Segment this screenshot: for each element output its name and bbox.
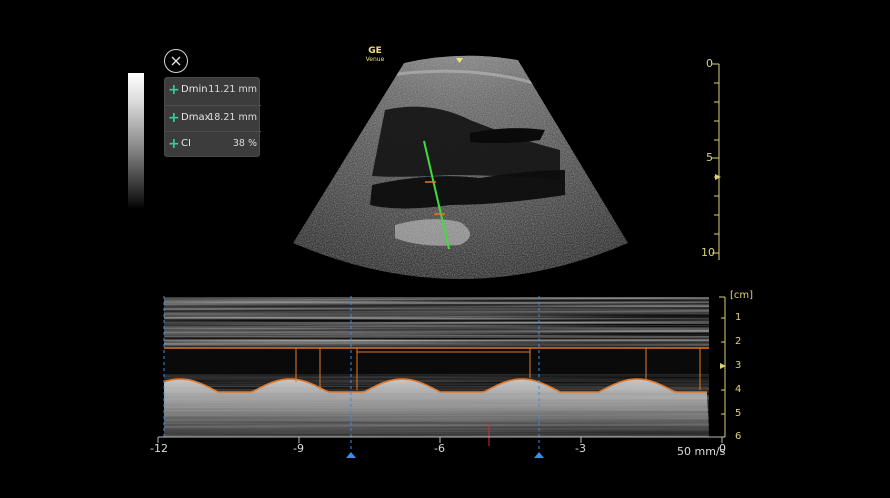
mmode-depth-scale	[719, 296, 726, 438]
mmode-depth-label: 5	[735, 408, 742, 419]
mmode-unit-label: [cm]	[730, 290, 754, 301]
time-tick-label: -6	[434, 442, 445, 455]
mmode-depth-label: 2	[735, 336, 742, 347]
mmode-strip[interactable]	[0, 0, 890, 498]
time-tick-label: -3	[575, 442, 586, 455]
time-tick-label: -9	[293, 442, 304, 455]
mmode-depth-label: 6	[735, 431, 742, 442]
mmode-depth-label: 3	[735, 360, 742, 371]
mmode-depth-label: 1	[735, 312, 742, 323]
sweep-speed: 50 mm/s	[677, 445, 726, 458]
time-tick-label: -12	[150, 442, 168, 455]
cycle-marker-handle-icon[interactable]	[346, 452, 356, 458]
cycle-marker-handle-icon[interactable]	[534, 452, 544, 458]
mmode-depth-label: 4	[735, 384, 742, 395]
